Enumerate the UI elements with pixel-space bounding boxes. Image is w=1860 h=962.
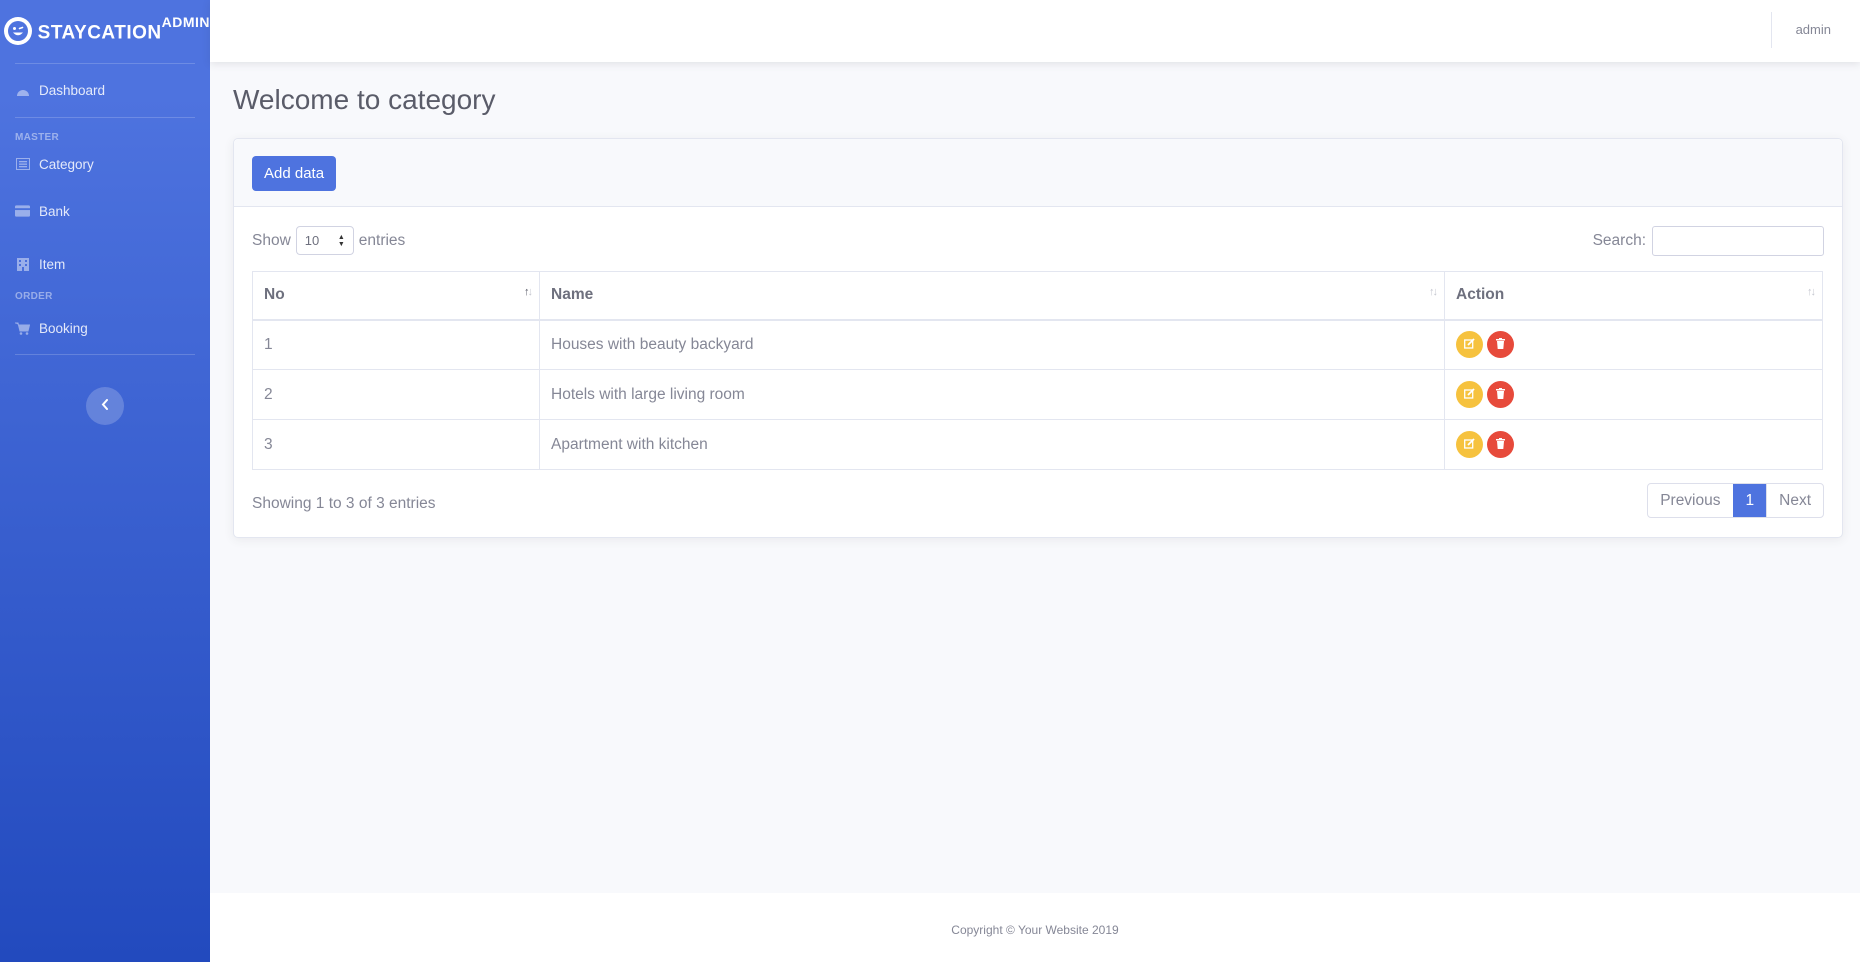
brand-name: STAYCATIONADMIN: [37, 13, 210, 44]
table-header-row: No ↑↓ Name ↑↓ Action ↑↓: [252, 271, 1823, 321]
sidebar-item-bank[interactable]: Bank: [0, 185, 210, 237]
sidebar-item-dashboard[interactable]: Dashboard: [0, 64, 210, 117]
topbar-divider: [1771, 12, 1772, 48]
sidebar-divider: [15, 117, 195, 118]
category-table: No ↑↓ Name ↑↓ Action ↑↓ 1 Houses with beaut…: [252, 271, 1823, 470]
column-header-action[interactable]: Action ↑↓: [1444, 271, 1823, 321]
shopping-cart-icon: [15, 322, 30, 335]
brand[interactable]: STAYCATIONADMIN: [0, 0, 210, 62]
cell-no: 2: [252, 369, 540, 420]
entries-label: entries: [358, 231, 406, 249]
sidebar-item-label: Category: [39, 156, 94, 172]
search-label: Search:: [1592, 232, 1646, 249]
sidebar-item-category[interactable]: Category: [0, 143, 210, 185]
search-input[interactable]: [1652, 226, 1824, 256]
sidebar-heading-order: ORDER: [15, 291, 53, 302]
pagination-previous[interactable]: Previous: [1648, 484, 1732, 517]
table-info: Showing 1 to 3 of 3 entries: [252, 495, 436, 512]
edit-icon: [1464, 386, 1475, 404]
card-header: Add data: [234, 139, 1842, 207]
sidebar-item-label: Item: [39, 256, 66, 272]
pagination-page-1[interactable]: 1: [1732, 484, 1767, 517]
edit-icon: [1464, 336, 1475, 354]
sidebar-heading-master: MASTER: [15, 132, 60, 143]
sidebar-divider: [15, 354, 195, 355]
add-data-button[interactable]: Add data: [252, 156, 337, 191]
cell-name: Apartment with kitchen: [539, 419, 1445, 470]
table-row: 3 Apartment with kitchen: [252, 419, 1823, 470]
brand-suffix: ADMIN: [161, 13, 210, 30]
delete-button[interactable]: [1487, 331, 1514, 359]
cell-action: [1444, 319, 1823, 370]
sort-arrows-icon: ▲ ▼: [337, 233, 345, 248]
cell-action: [1444, 419, 1823, 470]
delete-button[interactable]: [1487, 431, 1514, 458]
sidebar-item-label: Dashboard: [39, 83, 106, 98]
trash-icon: [1496, 386, 1505, 404]
sidebar-item-booking[interactable]: Booking: [0, 302, 210, 354]
cell-action: [1444, 369, 1823, 420]
entries-select[interactable]: 10 ▲ ▼: [295, 226, 354, 255]
tachometer-icon: [15, 84, 30, 97]
delete-button[interactable]: [1487, 381, 1514, 408]
sidebar-item-label: Bank: [39, 203, 70, 219]
trash-icon: [1496, 436, 1505, 454]
sidebar-item-item[interactable]: Item: [0, 237, 210, 291]
sort-ascending-icon: ↑↓: [524, 286, 533, 298]
copyright-text: Copyright © Your Website 2019: [951, 923, 1119, 937]
sidebar-item-label: Booking: [39, 320, 88, 336]
edit-icon: [1464, 436, 1475, 454]
cell-name: Houses with beauty backyard: [539, 319, 1445, 370]
edit-button[interactable]: [1456, 431, 1483, 458]
sidebar-toggle-button[interactable]: [86, 387, 124, 425]
chevron-left-icon: [101, 397, 109, 415]
topbar: admin: [210, 0, 1860, 62]
sort-icon: ↑↓: [1807, 286, 1816, 298]
sidebar: STAYCATIONADMIN Dashboard MASTER Categor…: [0, 0, 210, 962]
building-icon: [15, 257, 30, 271]
trash-icon: [1496, 336, 1505, 354]
credit-card-icon: [15, 205, 30, 218]
show-label: Show: [252, 231, 291, 249]
sort-icon: ↑↓: [1429, 286, 1438, 298]
column-header-name[interactable]: Name ↑↓: [539, 271, 1445, 321]
column-header-no[interactable]: No ↑↓: [252, 271, 540, 321]
cell-no: 3: [252, 419, 540, 470]
category-card: Add data Show 10 ▲ ▼ entries Search: No ↑↓…: [233, 138, 1843, 538]
user-menu[interactable]: admin: [1796, 22, 1831, 37]
list-alt-icon: [15, 158, 30, 171]
table-search: Search:: [1593, 226, 1824, 256]
laugh-wink-icon: [4, 17, 32, 45]
entries-select-value: 10: [304, 233, 320, 248]
table-row: 2 Hotels with large living room: [252, 369, 1823, 420]
entries-length-control: Show 10 ▲ ▼ entries: [252, 226, 405, 255]
cell-name: Hotels with large living room: [539, 369, 1445, 420]
pagination: Previous 1 Next: [1647, 483, 1824, 518]
pagination-next[interactable]: Next: [1766, 484, 1823, 517]
footer: Copyright © Your Website 2019: [210, 893, 1860, 962]
edit-button[interactable]: [1456, 331, 1483, 359]
cell-no: 1: [252, 319, 540, 370]
table-row: 1 Houses with beauty backyard: [252, 319, 1823, 370]
edit-button[interactable]: [1456, 381, 1483, 408]
page-title: Welcome to category: [233, 84, 496, 115]
